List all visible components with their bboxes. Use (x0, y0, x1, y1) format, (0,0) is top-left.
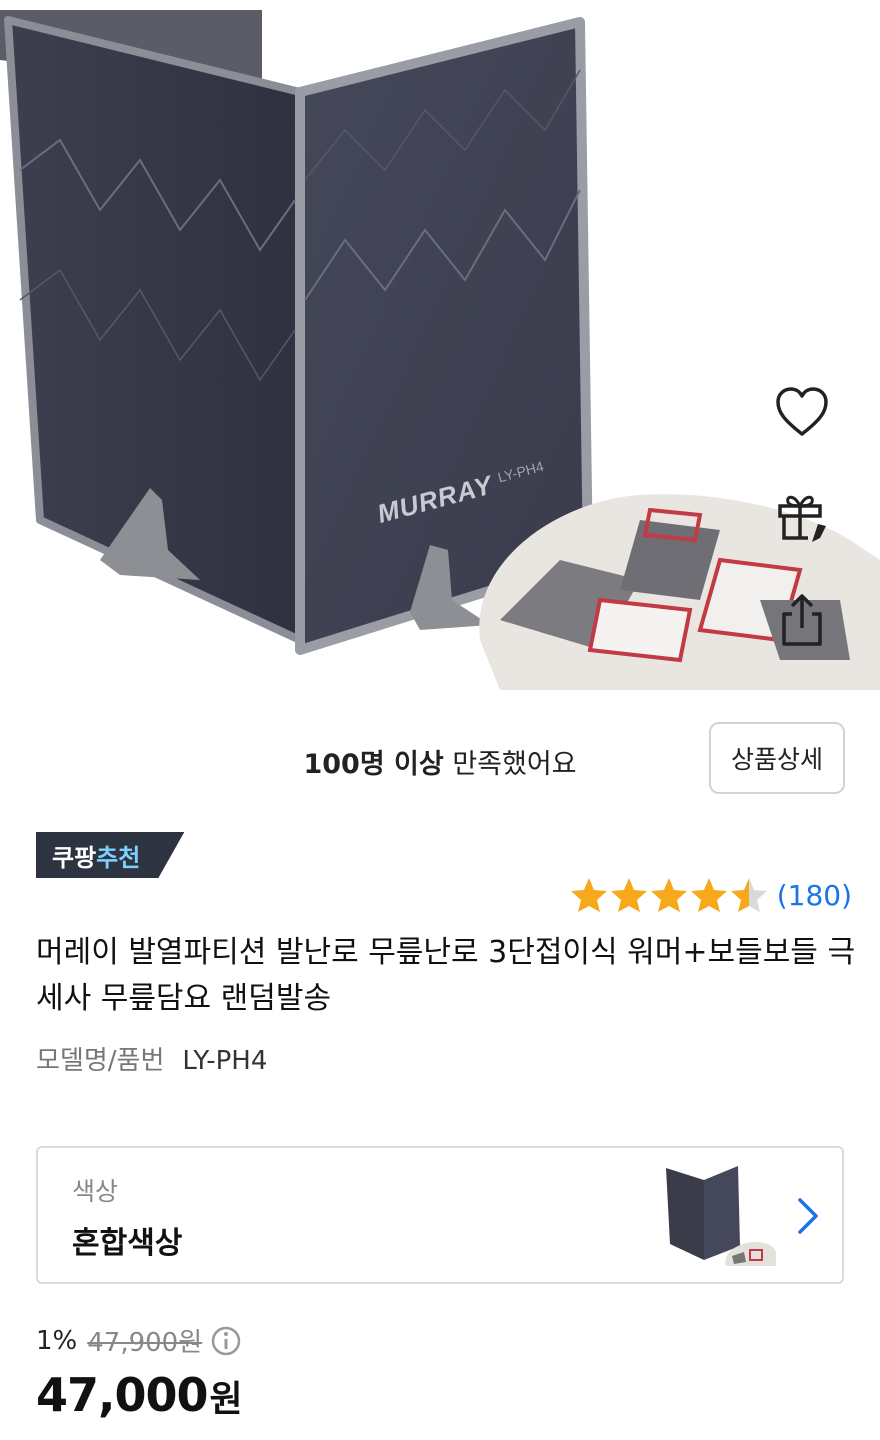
chevron-right-icon (798, 1198, 818, 1234)
model-label: 모델명/품번 (36, 1046, 165, 1076)
price-meta: 1% 47,900원 (36, 1322, 242, 1359)
original-price: 47,900원 (87, 1328, 203, 1358)
star-icon (650, 878, 687, 912)
wishlist-button[interactable] (770, 380, 834, 444)
share-icon (782, 594, 822, 646)
heart-icon (776, 387, 828, 436)
satisfaction-suffix: 만족했어요 (443, 749, 577, 780)
satisfaction-count: 100명 이상 (303, 749, 444, 780)
side-actions (770, 380, 834, 692)
gift-button[interactable] (770, 484, 834, 548)
coupang-recommend-badge: 쿠팡 추천 (36, 832, 184, 878)
star-icon (690, 878, 727, 912)
option-label: 색상 (72, 1177, 119, 1206)
product-title: 머레이 발열파티션 발난로 무릎난로 3단접이식 워머+보들보들 극세사 무릎담… (36, 935, 856, 1016)
option-thumbnail (666, 1166, 776, 1266)
star-icon (730, 878, 767, 912)
option-value: 혼합색상 (72, 1226, 183, 1261)
price-amount: 47,000 (36, 1368, 209, 1422)
product-photo (0, 10, 880, 690)
review-count[interactable]: (180) (777, 879, 852, 912)
discount-rate: 1% (36, 1325, 78, 1356)
product-detail-button[interactable]: 상품상세 (709, 722, 845, 794)
model-info: 모델명/품번 LY-PH4 (36, 1040, 267, 1077)
color-option-selector[interactable]: 색상 혼합색상 (36, 1146, 844, 1284)
sale-price: 47,000원 (36, 1368, 243, 1422)
star-icon (610, 878, 647, 912)
gift-icon (778, 495, 826, 542)
info-icon[interactable] (210, 1325, 242, 1357)
rating[interactable]: (180) (569, 876, 852, 914)
badge-recommend: 추천 (96, 843, 141, 872)
star-rating (569, 876, 769, 914)
model-value: LY-PH4 (182, 1046, 268, 1076)
price-currency: 원 (209, 1379, 243, 1420)
badge-brand: 쿠팡 (52, 843, 97, 872)
satisfaction-bar: 100명 이상 만족했어요 상품상세 (0, 720, 880, 796)
share-button[interactable] (770, 588, 834, 652)
product-image[interactable]: MURRAY LY-PH4 (0, 0, 880, 700)
star-icon (570, 878, 607, 912)
